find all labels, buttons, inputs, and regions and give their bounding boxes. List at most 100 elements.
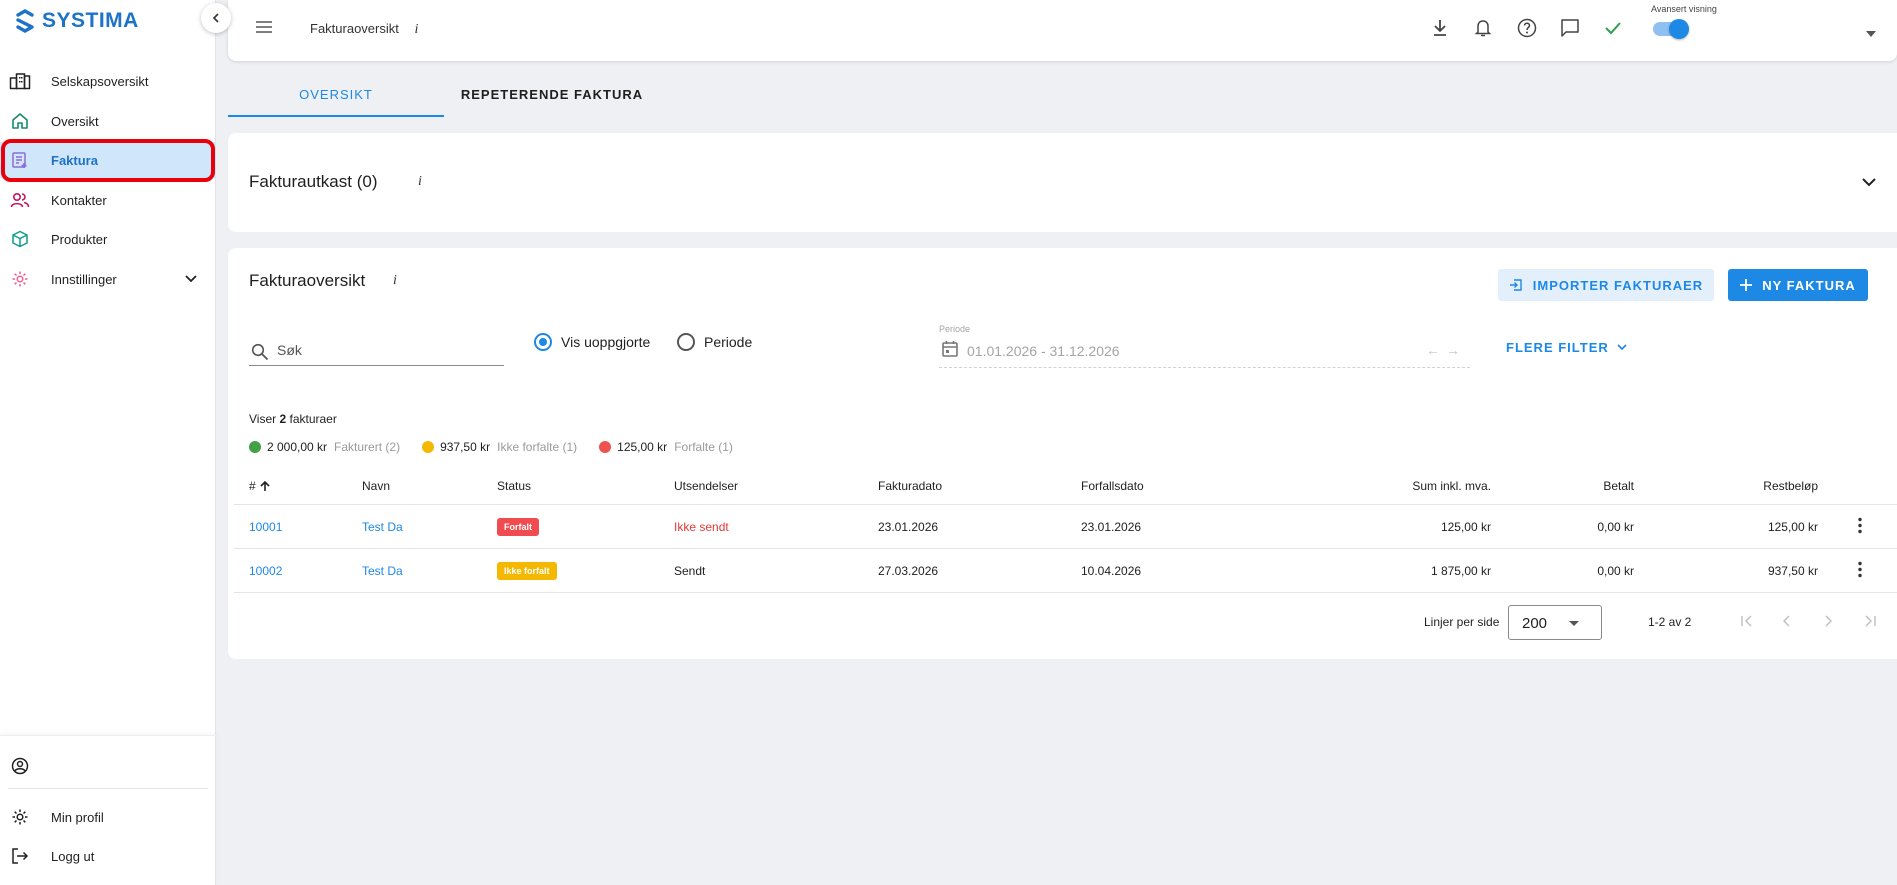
more-vert-icon[interactable] — [1858, 517, 1862, 536]
radio-periode[interactable]: Periode — [677, 333, 752, 351]
customer-name-link[interactable]: Test Da — [362, 520, 403, 534]
sendings-value: Sendt — [674, 563, 706, 578]
green-dot-icon — [249, 441, 261, 453]
drafts-title: Fakturautkast (0) — [249, 172, 378, 191]
check-icon[interactable] — [1602, 17, 1624, 42]
more-filters-button[interactable]: FLERE FILTER — [1506, 340, 1627, 355]
sidebar-item-faktura[interactable]: Faktura — [0, 142, 216, 178]
caret-down-icon[interactable] — [1866, 25, 1876, 40]
column-header-sum[interactable]: Sum inkl. mva. — [1412, 479, 1491, 493]
yellow-dot-icon — [422, 441, 435, 453]
info-icon[interactable]: i — [418, 174, 422, 190]
summary-count: 2 — [279, 412, 287, 426]
search-input[interactable] — [277, 342, 497, 358]
table-row[interactable]: 10002 Test Da Ikke forfalt Sendt 27.03.2… — [234, 549, 1897, 593]
first-page-icon[interactable] — [1740, 615, 1754, 630]
more-filters-label: FLERE FILTER — [1506, 340, 1609, 355]
divider — [8, 788, 208, 789]
column-header-due-date[interactable]: Forfallsdato — [1081, 479, 1144, 493]
expand-chevron-icon[interactable] — [1861, 176, 1877, 191]
red-dot-icon — [599, 441, 612, 453]
radio-vis-uoppgjorte[interactable]: Vis uoppgjorte — [534, 333, 650, 351]
period-field[interactable]: Periode 01.01.2026 - 31.12.2026 ←→ — [939, 324, 1470, 368]
column-header-paid[interactable]: Betalt — [1603, 479, 1634, 493]
remaining-value: 937,50 kr — [1767, 563, 1818, 578]
status-badge: Forfalt — [497, 517, 539, 536]
new-invoice-button[interactable]: NY FAKTURA — [1728, 269, 1868, 301]
radio-button-checked[interactable] — [534, 333, 552, 351]
status-cell: Ikke forfalt — [497, 561, 557, 580]
page-title-text: Fakturaoversikt — [310, 21, 399, 36]
notification-bell-icon[interactable] — [1473, 17, 1493, 42]
invoice-icon — [9, 149, 31, 171]
sidebar-item-logg-ut[interactable]: Logg ut — [0, 838, 216, 874]
logo[interactable]: SYSTIMA — [14, 8, 139, 34]
sidebar-collapse-button[interactable] — [201, 3, 231, 33]
sidebar-item-produkter[interactable]: Produkter — [0, 221, 216, 257]
sidebar-item-innstillinger[interactable]: Innstillinger — [0, 261, 216, 297]
status-legend: 2 000,00 kr Fakturert (2) 937,50 kr Ikke… — [249, 440, 755, 454]
last-page-icon[interactable] — [1863, 615, 1877, 630]
paid-value: 0,00 kr — [1597, 563, 1634, 578]
rows-per-page-select[interactable]: 200 — [1508, 605, 1602, 640]
radio-button-unchecked[interactable] — [677, 333, 695, 351]
paid-value: 0,00 kr — [1597, 519, 1634, 534]
column-header-number[interactable]: # — [249, 479, 271, 493]
import-button-label: IMPORTER FAKTURAER — [1532, 277, 1704, 293]
legend-label: Forfalte (1) — [674, 440, 733, 454]
sidebar-item-kontakter[interactable]: Kontakter — [0, 182, 216, 218]
table-row[interactable]: 10001 Test Da Forfalt Ikke sendt 23.01.2… — [234, 505, 1897, 549]
column-header-remaining[interactable]: Restbeløp — [1763, 479, 1818, 493]
sidebar-item-oversikt[interactable]: Oversikt — [0, 103, 216, 139]
settings-gear-icon — [9, 268, 31, 290]
invoice-date-value: 23.01.2026 — [878, 519, 939, 534]
table-header-row: # Navn Status Utsendelser Fakturadato Fo… — [234, 468, 1897, 505]
sum-value: 1 875,00 kr — [1430, 563, 1491, 578]
next-page-icon[interactable] — [1823, 615, 1833, 630]
download-icon[interactable] — [1430, 17, 1450, 42]
info-icon[interactable]: i — [393, 273, 397, 289]
customer-name-link[interactable]: Test Da — [362, 564, 403, 578]
new-button-label: NY FAKTURA — [1762, 277, 1856, 293]
invoice-count-summary: Viser 2 fakturaer — [249, 412, 337, 426]
overview-title: Fakturaoversikt — [249, 271, 366, 290]
column-header-status[interactable]: Status — [497, 479, 531, 493]
sidebar-item-selskapsoversikt[interactable]: Selskapsoversikt — [0, 63, 216, 99]
advanced-view-toggle[interactable] — [1653, 19, 1689, 39]
period-nav-arrows-icon[interactable]: ←→ — [1426, 342, 1466, 358]
legend-label: Ikke forfalte (1) — [497, 440, 578, 454]
caret-down-icon — [1569, 621, 1579, 626]
column-header-sendings[interactable]: Utsendelser — [674, 479, 738, 493]
info-icon[interactable]: i — [415, 22, 419, 37]
previous-page-icon[interactable] — [1782, 615, 1792, 630]
sum-value: 125,00 kr — [1440, 519, 1491, 534]
remaining-value: 125,00 kr — [1767, 519, 1818, 534]
status-badge: Ikke forfalt — [497, 561, 557, 580]
due-date-value: 23.01.2026 — [1081, 519, 1142, 534]
column-header-invoice-date[interactable]: Fakturadato — [878, 479, 942, 493]
invoice-date-value: 27.03.2026 — [878, 563, 939, 578]
sidebar-item-min-profil[interactable]: Min profil — [0, 799, 216, 835]
invoice-number-link[interactable]: 10001 — [249, 520, 282, 534]
menu-icon[interactable] — [255, 20, 273, 37]
search-field[interactable] — [249, 336, 504, 366]
chevron-down-icon — [1617, 344, 1627, 351]
tab-repeterende-faktura[interactable]: REPETERENDE FAKTURA — [444, 87, 660, 117]
pagination: Linjer per side 200 1-2 av 2 — [228, 605, 1897, 641]
help-icon[interactable] — [1516, 17, 1538, 42]
legend-amount: 125,00 kr — [617, 440, 668, 454]
legend-amount: 937,50 kr — [440, 440, 491, 454]
rows-per-page-value: 200 — [1522, 615, 1548, 632]
sidebar-item-label: Min profil — [51, 809, 104, 825]
sendings-value: Ikke sendt — [674, 519, 729, 534]
invoice-number-link[interactable]: 10002 — [249, 564, 282, 578]
column-header-name[interactable]: Navn — [362, 479, 390, 493]
more-vert-icon[interactable] — [1858, 561, 1862, 580]
chat-icon[interactable] — [1559, 17, 1581, 42]
import-invoices-button[interactable]: IMPORTER FAKTURAER — [1498, 269, 1714, 301]
drafts-card[interactable]: Fakturautkast (0) i — [228, 133, 1897, 232]
account-button[interactable] — [0, 748, 216, 784]
sidebar: SYSTIMA Selskapsoversikt Oversikt Faktur… — [0, 0, 231, 885]
sidebar-item-label: Produkter — [51, 231, 108, 247]
tab-oversikt[interactable]: OVERSIKT — [228, 87, 444, 117]
